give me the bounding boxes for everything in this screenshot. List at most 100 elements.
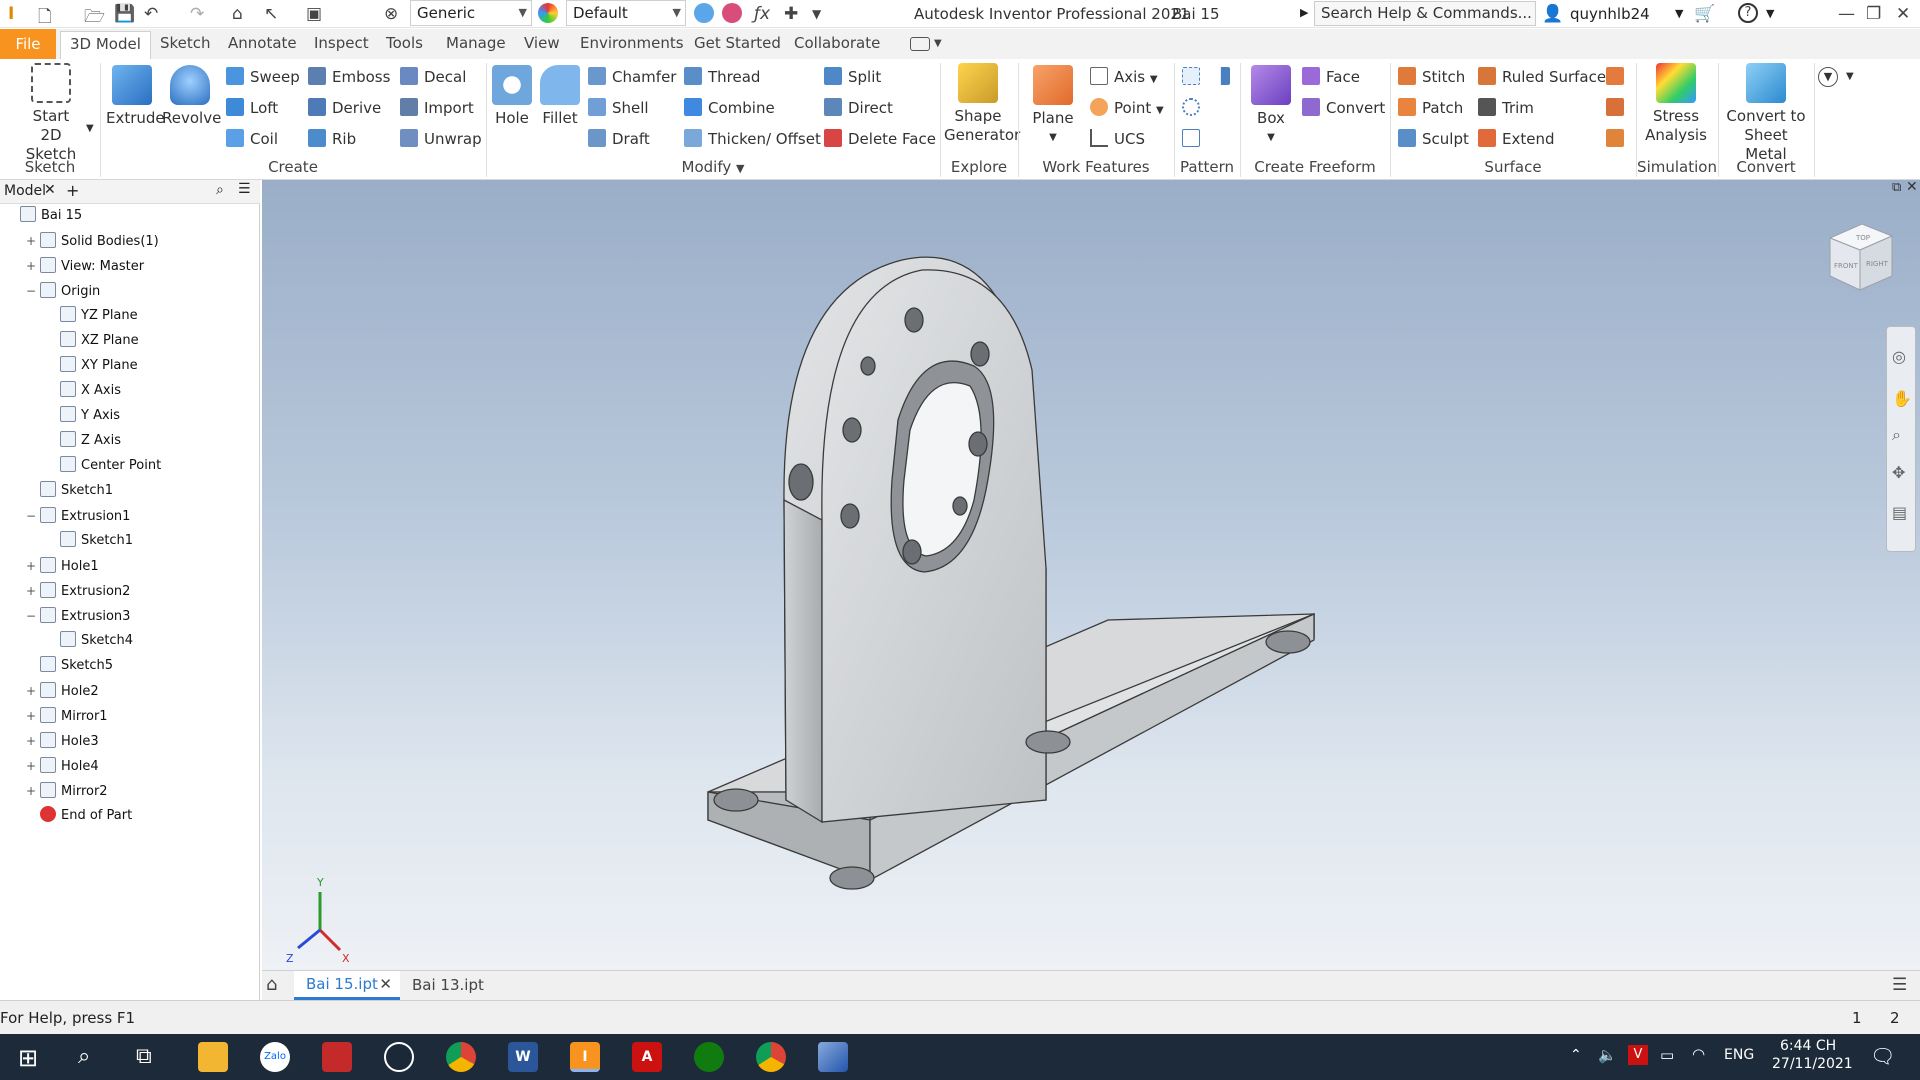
menu-icon[interactable]: ☰ — [1892, 975, 1907, 995]
expand-icon[interactable]: + — [26, 681, 36, 701]
ribbon-options-icon[interactable]: ▼ — [1818, 67, 1838, 87]
browser-tab-model[interactable]: Model — [4, 183, 46, 199]
view-cube-top[interactable]: TOP — [1855, 234, 1870, 242]
stress-analysis-button[interactable]: Stress Analysis — [1640, 63, 1712, 145]
delete-face-button[interactable]: Delete Face — [824, 129, 936, 148]
tab-file[interactable]: File — [0, 29, 56, 59]
view-cube-front[interactable]: FRONT — [1834, 262, 1859, 270]
expand-icon[interactable]: + — [26, 781, 36, 801]
xbox-icon[interactable] — [694, 1042, 724, 1072]
convert-freeform-button[interactable]: Convert — [1302, 98, 1385, 117]
tree-item[interactable]: XY Plane — [46, 356, 138, 376]
tree-item[interactable]: + Mirror1 — [26, 706, 108, 726]
inventor-taskbar-icon[interactable]: I — [570, 1042, 600, 1072]
chevron-down-icon[interactable]: ▼ — [1846, 71, 1854, 82]
expand-icon[interactable]: + — [26, 581, 36, 601]
pan-icon[interactable]: ✋ — [1892, 389, 1912, 408]
chamfer-button[interactable]: Chamfer — [588, 67, 676, 86]
tree-item[interactable]: Sketch1 — [46, 531, 133, 551]
tree-item[interactable]: Sketch4 — [46, 631, 133, 651]
fillet-button[interactable]: Fillet — [538, 65, 582, 128]
box-button[interactable]: Box ▼ — [1248, 65, 1294, 147]
cart-icon[interactable]: 🛒 — [1694, 4, 1715, 24]
add-icon[interactable]: ✚ — [784, 4, 798, 24]
close-icon[interactable]: ✕ — [379, 971, 392, 997]
tree-item[interactable]: + View: Master — [26, 256, 144, 276]
orbit-icon[interactable]: ✥ — [1892, 463, 1905, 482]
chrome-profile-icon[interactable] — [756, 1042, 786, 1072]
search-icon[interactable]: ⌕ — [216, 182, 224, 198]
language-indicator[interactable]: ENG — [1724, 1047, 1754, 1063]
direct-button[interactable]: Direct — [824, 98, 893, 117]
search-help-input[interactable]: Search Help & Commands... — [1314, 1, 1536, 26]
stitch-button[interactable]: Stitch — [1398, 67, 1465, 86]
tab-annotate[interactable]: Annotate — [228, 34, 297, 52]
menu-icon[interactable]: ☰ — [238, 181, 251, 197]
convert-to-sheet-metal-button[interactable]: Convert to Sheet Metal — [1722, 63, 1810, 164]
panel-toggle-icon[interactable] — [910, 37, 930, 51]
extrude-button[interactable]: Extrude — [106, 65, 165, 128]
doc-tab-bai-13[interactable]: Bai 13.ipt — [412, 976, 484, 994]
tree-item[interactable]: End of Part — [26, 806, 132, 826]
viewport-restore-icon[interactable]: ⧉ — [1892, 180, 1901, 195]
tab-sketch[interactable]: Sketch — [160, 34, 211, 52]
sketch-pattern-button[interactable] — [1182, 129, 1206, 148]
loft-button[interactable]: Loft — [226, 98, 278, 117]
clock-time[interactable]: 6:44 CH — [1780, 1038, 1836, 1054]
home-icon[interactable]: ⌂ — [232, 4, 243, 24]
tree-item[interactable]: − Origin — [26, 281, 100, 301]
combine-button[interactable]: Combine — [684, 98, 775, 117]
inventor-logo-icon[interactable]: I — [8, 4, 14, 24]
collapse-icon[interactable]: − — [26, 506, 36, 526]
look-at-icon[interactable]: ▤ — [1892, 503, 1907, 522]
tree-item[interactable]: YZ Plane — [46, 306, 138, 326]
tab-get-started[interactable]: Get Started — [694, 34, 781, 52]
clock-date[interactable]: 27/11/2021 — [1772, 1056, 1853, 1072]
tab-tools[interactable]: Tools — [386, 34, 423, 52]
expand-icon[interactable]: + — [26, 231, 36, 251]
tree-item[interactable]: Sketch5 — [26, 656, 113, 676]
file-explorer-icon[interactable] — [198, 1042, 228, 1072]
import-button[interactable]: Import — [400, 98, 474, 117]
tree-item[interactable]: + Hole2 — [26, 681, 99, 701]
tree-item[interactable]: − Extrusion1 — [26, 506, 130, 526]
patch-button[interactable]: Patch — [1398, 98, 1463, 117]
view-cube-right[interactable]: RIGHT — [1866, 260, 1889, 268]
home-icon[interactable]: ⌂ — [266, 974, 277, 995]
expand-icon[interactable]: + — [26, 256, 36, 276]
add-icon[interactable]: + — [66, 181, 79, 200]
task-view-icon[interactable]: ⧉ — [136, 1044, 152, 1069]
autocad-icon[interactable]: A — [632, 1042, 662, 1072]
user-icon[interactable]: 👤 — [1542, 4, 1563, 24]
tree-item[interactable]: Center Point — [46, 456, 161, 476]
surface-tool-1-button[interactable] — [1606, 67, 1630, 86]
sculpt-button[interactable]: Sculpt — [1398, 129, 1469, 148]
chevron-down-icon[interactable]: ▼ — [1766, 7, 1774, 20]
rib-button[interactable]: Rib — [308, 129, 356, 148]
restore-icon[interactable]: ❐ — [1866, 4, 1881, 24]
chevron-down-icon[interactable]: ▼ — [934, 38, 942, 49]
zalo-icon[interactable]: Zalo — [260, 1042, 290, 1072]
tab-3d-model[interactable]: 3D Model — [60, 31, 151, 59]
thicken-offset-button[interactable]: Thicken/ Offset — [684, 129, 821, 148]
surface-tool-3-button[interactable] — [1606, 129, 1630, 148]
tree-item[interactable]: − Extrusion3 — [26, 606, 130, 626]
save-icon[interactable]: 💾 — [114, 4, 135, 24]
steam-icon[interactable] — [384, 1042, 414, 1072]
derive-button[interactable]: Derive — [308, 98, 381, 117]
user-name[interactable]: quynhlb24 — [1570, 5, 1650, 23]
hole-button[interactable]: Hole — [490, 65, 534, 128]
graphics-window[interactable]: Y X Z TOP FRONT RIGHT ⧉ ✕ ◎ ✋ ⌕ ✥ ▤ — [262, 179, 1920, 970]
axis-button[interactable]: Axis ▼ — [1090, 67, 1158, 86]
chevron-right-icon[interactable]: ▶ — [1300, 6, 1308, 19]
notification-icon[interactable]: 🗨 — [1870, 1044, 1895, 1068]
chevron-down-icon[interactable]: ▼ — [86, 123, 94, 134]
tree-item[interactable]: Bai 15 — [6, 206, 82, 226]
decal-button[interactable]: Decal — [400, 67, 466, 86]
clear-appearance-icon[interactable] — [722, 3, 742, 23]
zoom-icon[interactable]: ⌕ — [1892, 425, 1901, 445]
parameters-fx-icon[interactable]: ƒx — [754, 4, 770, 24]
minimize-icon[interactable]: — — [1838, 4, 1855, 24]
part-bai-15[interactable] — [707, 256, 1315, 890]
close-icon[interactable]: ✕ — [44, 182, 56, 198]
